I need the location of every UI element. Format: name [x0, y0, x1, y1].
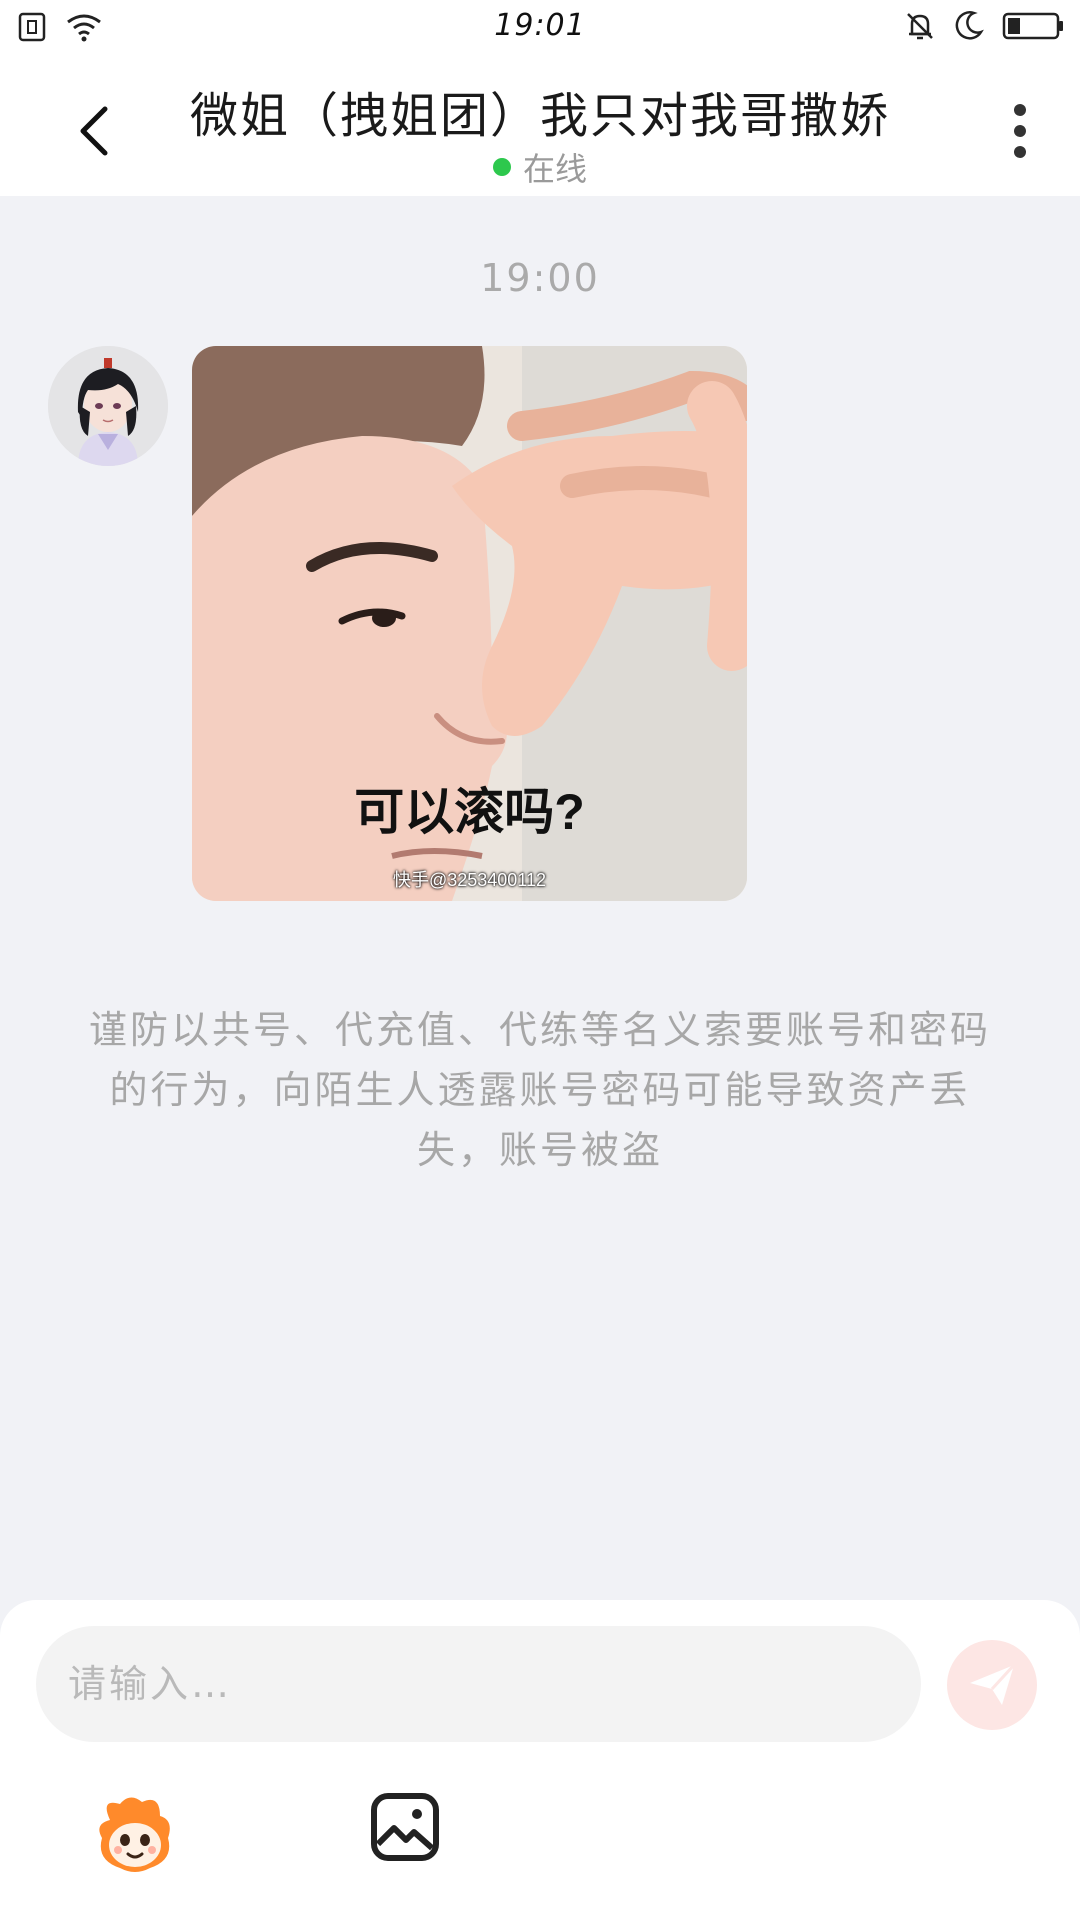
input-panel [0, 1600, 1080, 1920]
message-input[interactable] [36, 1626, 921, 1742]
image-picker-button[interactable] [370, 1792, 440, 1862]
send-button[interactable] [947, 1640, 1037, 1730]
sticker-message[interactable]: 可以滚吗? 快手@3253400112 [192, 346, 747, 901]
more-dot-icon [1014, 125, 1026, 137]
avatar[interactable] [48, 346, 168, 466]
security-notice: 谨防以共号、代充值、代练等名义索要账号和密码的行为，向陌生人透露账号密码可能导致… [88, 1008, 991, 1172]
monkey-face-icon [99, 1797, 170, 1872]
chat-screen: 19:01 微姐（拽姐团）我只对我哥撒娇 在线 19:00 可以滚吗? 快手@3… [0, 0, 1080, 1920]
sticker-watermark: 快手@3253400112 [392, 870, 547, 890]
chat-header: 微姐（拽姐团）我只对我哥撒娇 在线 [0, 56, 1080, 196]
image-icon [371, 1793, 439, 1861]
bell-mute-icon [904, 10, 936, 46]
send-icon [970, 1663, 1016, 1705]
emoji-sticker-button[interactable] [90, 1790, 180, 1880]
sticker-caption: 可以滚吗? [354, 784, 585, 840]
chat-title: 微姐（拽姐团）我只对我哥撒娇 [189, 88, 890, 144]
moon-icon [954, 10, 984, 46]
status-bar: 19:01 [0, 0, 1080, 56]
online-dot [492, 158, 511, 176]
online-status: 在线 [0, 144, 1080, 190]
more-dot-icon [1014, 104, 1026, 116]
online-status-label: 在线 [522, 150, 587, 188]
more-options-button[interactable] [990, 96, 1050, 166]
battery-icon [1002, 11, 1064, 45]
more-dot-icon [1014, 146, 1026, 158]
status-right [904, 10, 1064, 46]
message-timestamp: 19:00 [480, 256, 600, 300]
